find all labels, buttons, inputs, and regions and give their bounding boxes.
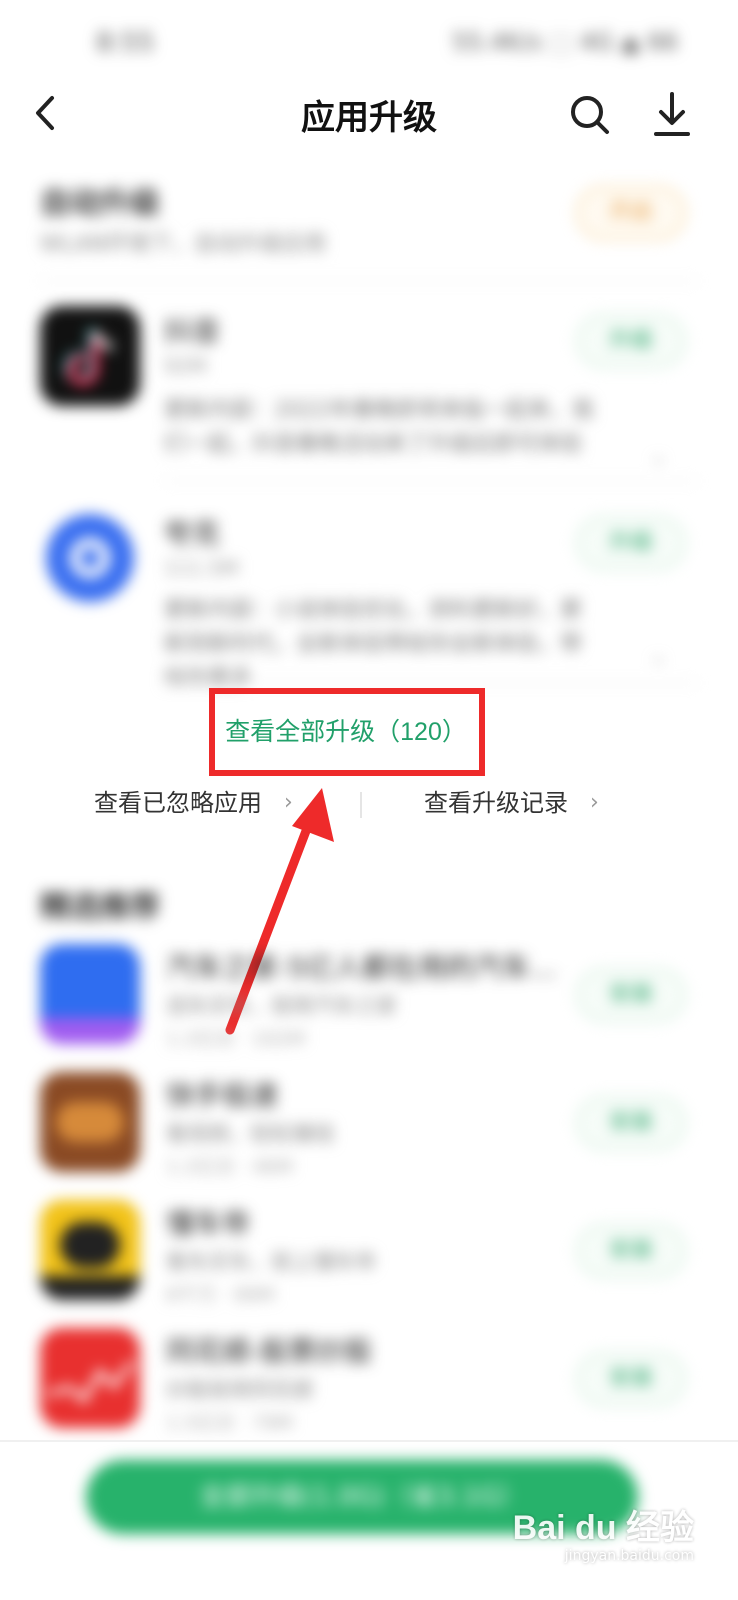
stock-chart-icon [47,1360,134,1404]
recommended-title: 精选推荐 [40,890,160,925]
rec-app-name: 懂车帝 [166,1207,251,1240]
rec-app-meta: 1.2亿次 · 46M [166,1156,293,1178]
rec-app-meta: 8千万 · 89M [166,1284,275,1306]
rec-app-meta: 1.2亿次 · 102M [166,1028,305,1050]
watermark-url: jingyan.baidu.com [564,1548,694,1564]
rec-app-desc: 看车买车，就上懂车帝 [166,1250,376,1274]
rec-app-name: 汽车之家-5亿人都在用的汽车... [166,951,557,984]
install-button[interactable]: 安装 [576,1096,686,1150]
install-button[interactable]: 安装 [576,968,686,1022]
install-button[interactable]: 安装 [576,1352,686,1406]
rec-app-meta: 1.5亿次 · 79M [166,1412,293,1434]
rec-app-desc: 炒股就用同花顺 [166,1378,313,1402]
rec-app-name: 同花顺-股票炒股 [166,1335,373,1368]
screen: 8:55 55.4K/s ⬚ 4G ▲ 66 应用升级 自动升级 WLAN环境下… [0,0,738,1600]
rec-app-desc: 选车买车，就用汽车之家 [166,994,397,1018]
rec-app-name: 快手极速 [166,1079,279,1112]
rec-app-desc: 看视频，轻松赚钱 [166,1122,334,1146]
app-icon-dongchedi[interactable] [40,1200,140,1300]
install-button[interactable]: 安装 [576,1224,686,1278]
app-icon-autohome[interactable] [40,944,140,1044]
app-icon-kuaishou[interactable] [40,1072,140,1172]
app-icon-tonghuashun[interactable] [40,1328,140,1428]
